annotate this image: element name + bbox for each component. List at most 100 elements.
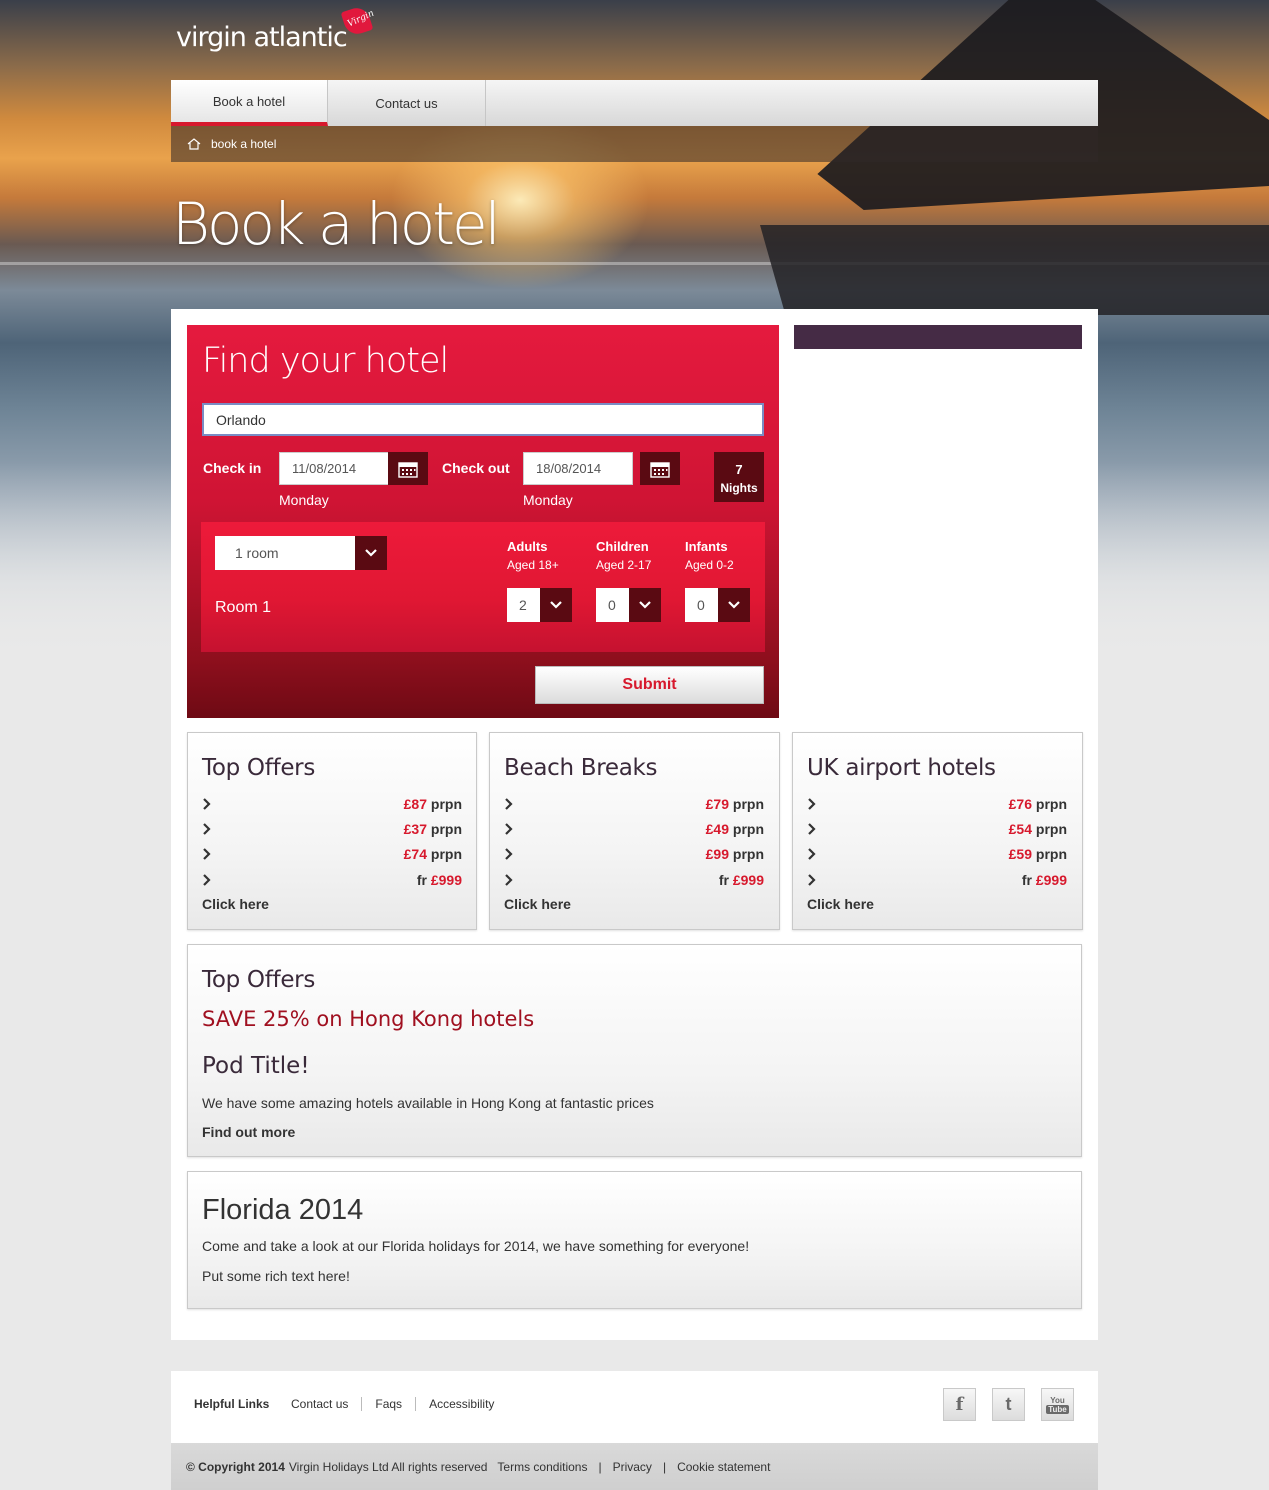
click-here-link[interactable]: Click here: [807, 896, 874, 912]
page-title: Book a hotel: [172, 190, 501, 258]
breadcrumb-current[interactable]: book a hotel: [211, 137, 276, 151]
infants-select-value: 0: [697, 597, 705, 613]
chevron-right-icon: [505, 874, 513, 886]
destination-input[interactable]: [202, 403, 764, 436]
breadcrumb: book a hotel: [171, 126, 1098, 162]
submit-button[interactable]: Submit: [535, 666, 764, 704]
adults-age: Aged 18+: [507, 558, 559, 572]
offer-row[interactable]: £49 prpn: [504, 819, 764, 839]
brand-logo[interactable]: virgin atlantic Virgin: [176, 4, 376, 53]
adults-label: Adults: [507, 539, 548, 554]
chevron-right-icon: [505, 848, 513, 860]
brand-logo-text: virgin atlantic: [176, 22, 348, 53]
checkin-label: Check in: [203, 460, 262, 476]
infants-age: Aged 0-2: [685, 558, 734, 572]
home-icon[interactable]: [187, 138, 201, 150]
terms-link[interactable]: Terms conditions: [497, 1460, 587, 1474]
main-nav: Book a hotel Contact us: [171, 80, 1098, 126]
chevron-down-icon: [540, 588, 572, 622]
youtube-icon[interactable]: You Tube: [1041, 1388, 1074, 1421]
calendar-icon: [650, 461, 670, 478]
pod-title: Beach Breaks: [504, 755, 658, 781]
checkout-date-input[interactable]: 18/08/2014: [523, 452, 633, 485]
copyright-bar: © Copyright 2014 Virgin Holidays Ltd All…: [171, 1443, 1098, 1490]
nights-label: Nights: [720, 481, 758, 495]
offer-pod-beach-breaks: Beach Breaks £79 prpn £49 prpn £99 prpn …: [489, 732, 780, 930]
footer-link-contact-us[interactable]: Contact us: [291, 1397, 361, 1411]
adults-select-value: 2: [519, 597, 527, 613]
chevron-right-icon: [203, 823, 211, 835]
florida-text: Come and take a look at our Florida holi…: [202, 1238, 750, 1254]
checkin-day: Monday: [279, 492, 329, 508]
hotel-search-form: Find your hotel Check in 11/08/2014 Mond…: [187, 325, 779, 718]
room-1-label: Room 1: [215, 599, 272, 616]
chevron-down-icon: [629, 588, 661, 622]
infants-select[interactable]: 0: [685, 588, 750, 622]
promo-headline[interactable]: SAVE 25% on Hong Kong hotels: [202, 1007, 534, 1031]
footer-link-accessibility[interactable]: Accessibility: [415, 1397, 507, 1411]
calendar-icon: [398, 461, 418, 478]
offer-row[interactable]: £54 prpn: [807, 819, 1067, 839]
children-age: Aged 2-17: [596, 558, 652, 572]
pod-title: Top Offers: [202, 755, 316, 781]
infants-label: Infants: [685, 539, 728, 554]
copyright-text: Virgin Holidays Ltd All rights reserved: [288, 1459, 488, 1474]
offer-row[interactable]: £87 prpn: [202, 794, 462, 814]
rooms-select[interactable]: 1 room: [215, 536, 387, 570]
children-select[interactable]: 0: [596, 588, 661, 622]
florida-pod: Florida 2014 Come and take a look at our…: [187, 1171, 1082, 1309]
helpful-links-label: Helpful Links: [194, 1397, 270, 1411]
offer-row[interactable]: fr £999: [202, 870, 462, 890]
promo-title: Top Offers: [202, 967, 316, 993]
chevron-right-icon: [808, 798, 816, 810]
offer-row[interactable]: £74 prpn: [202, 844, 462, 864]
chevron-right-icon: [505, 798, 513, 810]
offer-row[interactable]: £59 prpn: [807, 844, 1067, 864]
main-panel: Find your hotel Check in 11/08/2014 Mond…: [171, 309, 1098, 1340]
youtube-icon-text-bottom: Tube: [1046, 1404, 1069, 1414]
search-title: Find your hotel: [202, 341, 449, 381]
offer-row[interactable]: fr £999: [807, 870, 1067, 890]
children-select-value: 0: [608, 597, 616, 613]
nights-count-badge: 7 Nights: [714, 452, 764, 502]
youtube-icon-text-top: You: [1050, 1395, 1065, 1405]
facebook-icon[interactable]: f: [943, 1388, 976, 1421]
checkin-calendar-button[interactable]: [388, 452, 428, 485]
offer-row[interactable]: £79 prpn: [504, 794, 764, 814]
chevron-right-icon: [203, 848, 211, 860]
adults-select[interactable]: 2: [507, 588, 572, 622]
chevron-right-icon: [505, 823, 513, 835]
pier-silhouette: [760, 225, 1269, 315]
twitter-icon[interactable]: t: [992, 1388, 1025, 1421]
nav-contact-us[interactable]: Contact us: [328, 80, 486, 126]
checkout-label: Check out: [442, 460, 510, 476]
checkout-day: Monday: [523, 492, 573, 508]
click-here-link[interactable]: Click here: [504, 896, 571, 912]
offer-row[interactable]: £37 prpn: [202, 819, 462, 839]
copyright-bold: © Copyright 2014: [186, 1459, 285, 1474]
checkout-calendar-button[interactable]: [640, 452, 680, 485]
nav-book-a-hotel[interactable]: Book a hotel: [171, 80, 328, 126]
footer: Helpful Links Contact us Faqs Accessibil…: [171, 1371, 1098, 1443]
find-out-more-link[interactable]: Find out more: [202, 1124, 295, 1140]
click-here-link[interactable]: Click here: [202, 896, 269, 912]
offer-row[interactable]: fr £999: [504, 870, 764, 890]
promo-pod: Top Offers SAVE 25% on Hong Kong hotels …: [187, 944, 1082, 1157]
offer-pod-top-offers: Top Offers £87 prpn £37 prpn £74 prpn fr…: [187, 732, 477, 930]
chevron-right-icon: [808, 848, 816, 860]
florida-title: Florida 2014: [202, 1194, 364, 1226]
children-label: Children: [596, 539, 649, 554]
offer-pod-uk-airport-hotels: UK airport hotels £76 prpn £54 prpn £59 …: [792, 732, 1083, 930]
rooms-panel: 1 room Room 1 Adults Aged 18+ 2 Children…: [201, 522, 765, 652]
florida-rich-text: Put some rich text here!: [202, 1268, 350, 1284]
footer-link-faqs[interactable]: Faqs: [361, 1397, 415, 1411]
promo-text: We have some amazing hotels available in…: [202, 1095, 654, 1111]
offer-row[interactable]: £76 prpn: [807, 794, 1067, 814]
chevron-right-icon: [808, 874, 816, 886]
privacy-link[interactable]: Privacy: [613, 1460, 652, 1474]
cookie-statement-link[interactable]: Cookie statement: [677, 1460, 770, 1474]
offer-row[interactable]: £99 prpn: [504, 844, 764, 864]
checkin-date-input[interactable]: 11/08/2014: [279, 452, 389, 485]
chevron-right-icon: [203, 874, 211, 886]
chevron-right-icon: [203, 798, 211, 810]
